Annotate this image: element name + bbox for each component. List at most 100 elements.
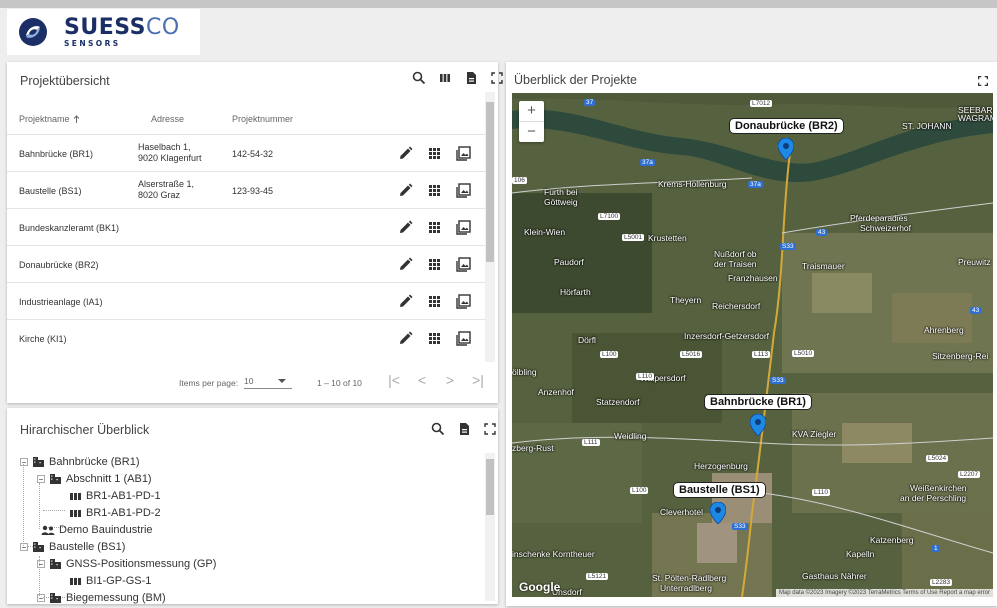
map-pin-icon[interactable]: [710, 502, 726, 524]
collapse-toggle-icon[interactable]: [37, 475, 45, 483]
grid-view-icon[interactable]: [426, 256, 443, 273]
map-pin-icon[interactable]: [778, 138, 794, 160]
road-label: L113: [752, 351, 770, 358]
tree-node-br1-ab1-pd-2[interactable]: BR1-AB1-PD-2: [69, 507, 161, 519]
map-place: zberg-Rust: [512, 443, 554, 453]
tree-node-demo-bauindustrie[interactable]: Demo Bauindustrie: [41, 524, 153, 536]
projects-panel-title: Projektübersicht: [20, 74, 110, 88]
tree-node-bi1-gp-gs-1[interactable]: BI1-GP-GS-1: [69, 575, 151, 587]
collapse-toggle-icon[interactable]: [20, 458, 28, 466]
grid-view-icon[interactable]: [426, 182, 443, 199]
image-gallery-icon[interactable]: [455, 256, 472, 273]
map-place: der Traisen: [714, 259, 757, 269]
table-row[interactable]: Bahnbrücke (BR1) Haselbach 1, 9020 Klagenf…: [7, 134, 487, 171]
search-icon[interactable]: [411, 70, 427, 86]
marker-label-baustelle[interactable]: Baustelle (BS1): [673, 482, 766, 498]
map-place: Franzhausen: [728, 273, 778, 283]
top-bar: [0, 0, 997, 8]
marker-label-donaubruecke[interactable]: Donaubrücke (BR2): [729, 118, 844, 134]
table-scrollbar-thumb[interactable]: [486, 102, 494, 262]
search-icon[interactable]: [430, 421, 446, 437]
tree-node-abschnitt[interactable]: Abschnitt 1 (AB1): [37, 473, 152, 485]
tree-scrollbar[interactable]: [485, 453, 495, 601]
image-gallery-icon[interactable]: [455, 182, 472, 199]
map-place: Katzenberg: [870, 535, 914, 545]
collapse-toggle-icon[interactable]: [20, 543, 28, 551]
google-logo: Google: [519, 580, 561, 594]
project-address: Haselbach 1, 9020 Klagenfurt: [138, 142, 202, 163]
export-file-icon[interactable]: [463, 70, 479, 86]
table-row[interactable]: Industrieanlage (IA1): [7, 282, 487, 319]
sort-asc-icon: [73, 115, 80, 123]
map-view[interactable]: + − Krems-Hollenburg Furth bei Göttweig …: [512, 93, 993, 597]
project-name: Bahnbrücke (BR1): [19, 149, 94, 159]
road-label: L5121: [586, 573, 609, 580]
road-label: L111: [582, 439, 600, 446]
zoom-in-button[interactable]: +: [519, 101, 544, 121]
image-gallery-icon[interactable]: [455, 330, 472, 347]
map-pin-icon[interactable]: [750, 414, 766, 436]
tree-node-br1-ab1-pd-1[interactable]: BR1-AB1-PD-1: [69, 490, 161, 502]
edit-icon[interactable]: [397, 182, 414, 199]
fullscreen-icon[interactable]: [482, 421, 498, 437]
image-gallery-icon[interactable]: [455, 145, 472, 162]
column-header-address[interactable]: Adresse: [151, 114, 184, 124]
items-per-page-select[interactable]: 10: [244, 376, 292, 389]
table-row[interactable]: Kirche (KI1): [7, 319, 487, 356]
tree-node-gnss[interactable]: GNSS-Positionsmessung (GP): [37, 558, 216, 570]
tree-node-baustelle[interactable]: Baustelle (BS1): [20, 541, 125, 553]
zoom-out-button[interactable]: −: [519, 121, 544, 141]
map-place: Preuwitz: [958, 257, 991, 267]
tree-node-bahnbruecke[interactable]: Bahnbrücke (BR1): [20, 456, 140, 468]
marker-label-bahnbruecke[interactable]: Bahnbrücke (BR1): [704, 394, 812, 410]
road-label: L5016: [680, 351, 703, 358]
tree-scrollbar-thumb[interactable]: [486, 459, 494, 515]
brand-logo: SUESSCO SENSORS: [7, 9, 200, 55]
tree-node-label: BI1-GP-GS-1: [86, 575, 152, 587]
prev-page-icon[interactable]: <: [412, 372, 432, 388]
table-scrollbar[interactable]: [485, 92, 495, 362]
edit-icon[interactable]: [397, 256, 414, 273]
last-page-icon[interactable]: >|: [468, 372, 488, 388]
edit-icon[interactable]: [397, 219, 414, 236]
map-place: inschenke Korntheuer: [512, 549, 595, 559]
table-row[interactable]: Baustelle (BS1) Alserstraße 1, 8020 Graz 12…: [7, 171, 487, 208]
tree-node-label: Demo Bauindustrie: [59, 524, 153, 536]
table-row[interactable]: Bundeskanzleramt (BK1): [7, 208, 487, 245]
zoom-control: + −: [519, 101, 544, 142]
page-range: 1 – 10 of 10: [317, 378, 362, 388]
column-header-number[interactable]: Projektnummer: [232, 114, 293, 124]
paginator: Items per page: 10 1 – 10 of 10 |< < > >…: [7, 367, 487, 397]
edit-icon[interactable]: [397, 293, 414, 310]
logo-word-b: CO: [145, 14, 180, 40]
row-actions: [397, 256, 472, 273]
table-row[interactable]: Donaubrücke (BR2): [7, 245, 487, 282]
image-gallery-icon[interactable]: [455, 219, 472, 236]
map-attribution[interactable]: Map data ©2023 Imagery ©2023 TerraMetric…: [775, 589, 993, 597]
edit-icon[interactable]: [397, 145, 414, 162]
collapse-toggle-icon[interactable]: [37, 560, 45, 568]
tree-node-biegemessung[interactable]: Biegemessung (BM): [37, 592, 166, 604]
map-place: Statzendorf: [596, 397, 640, 407]
road-label: L100: [600, 351, 619, 358]
items-per-page-label: Items per page:: [179, 378, 239, 388]
image-gallery-icon[interactable]: [455, 293, 472, 310]
logo-word-a: SUESS: [64, 14, 146, 40]
projects-panel: Projektübersicht Projektname Adresse Pro…: [7, 62, 503, 403]
column-header-name[interactable]: Projektname: [19, 114, 81, 124]
fullscreen-icon[interactable]: [489, 70, 505, 86]
grid-view-icon[interactable]: [426, 330, 443, 347]
edit-icon[interactable]: [397, 330, 414, 347]
next-page-icon[interactable]: >: [440, 372, 460, 388]
grid-view-icon[interactable]: [426, 293, 443, 310]
columns-icon[interactable]: [437, 70, 453, 86]
map-place: Furth bei: [544, 187, 578, 197]
grid-view-icon[interactable]: [426, 219, 443, 236]
grid-view-icon[interactable]: [426, 145, 443, 162]
building-icon: [33, 457, 44, 467]
fullscreen-icon[interactable]: [976, 74, 990, 88]
collapse-toggle-icon[interactable]: [37, 594, 45, 602]
first-page-icon[interactable]: |<: [384, 372, 404, 388]
map-place: Herzogenburg: [694, 461, 748, 471]
export-file-icon[interactable]: [456, 421, 472, 437]
